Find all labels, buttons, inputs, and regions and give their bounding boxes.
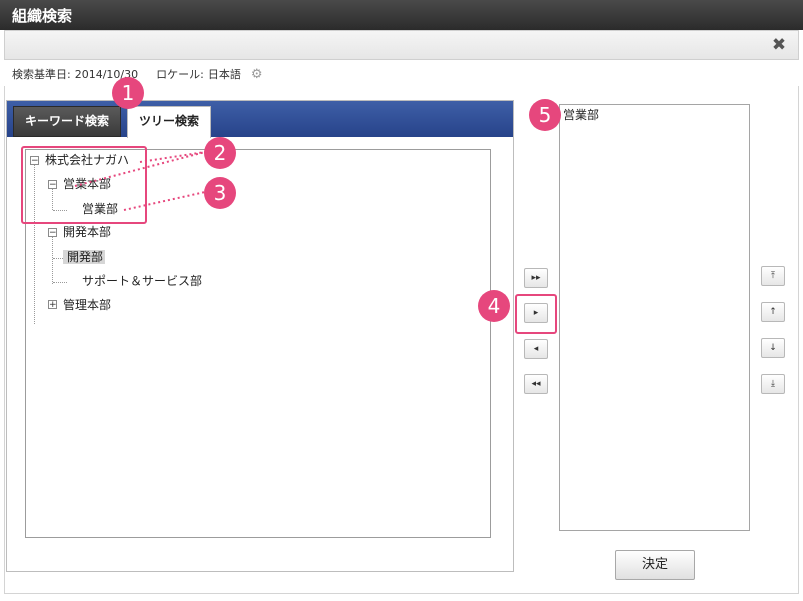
close-icon[interactable]: ✖ [768, 35, 790, 55]
move-down-button[interactable]: ↓ [761, 338, 785, 358]
tree-node-dev-dept[interactable]: 開発部 [63, 247, 106, 267]
tree-node-support-dept[interactable]: サポート＆サービス部 [80, 271, 204, 291]
move-bottom-button[interactable]: ⤓ [761, 374, 785, 394]
move-top-button[interactable]: ⤒ [761, 266, 785, 286]
settings-gear-icon[interactable]: ⚙ [251, 67, 263, 82]
dialog-toolbar: ✖ [4, 30, 799, 60]
collapse-toggle-icon[interactable]: − [48, 228, 57, 238]
tree-connector [52, 236, 53, 284]
tree-node-admin-hq[interactable]: 管理本部 [61, 295, 113, 315]
tree-node-label: 管理本部 [63, 298, 112, 312]
expand-toggle-icon[interactable]: + [48, 300, 57, 310]
date-label: 検索基準日: [12, 68, 71, 81]
tab-strip: キーワード検索 ツリー検索 [7, 101, 513, 138]
tab-tree-search[interactable]: ツリー検索 [127, 106, 211, 138]
remove-all-button[interactable]: ◂◂ [524, 374, 548, 394]
remove-button[interactable]: ◂ [524, 339, 548, 359]
callout-badge-3: 3 [204, 177, 236, 209]
locale-label: ロケール: [156, 68, 204, 81]
tree-node-label-selected: 開発部 [63, 250, 106, 264]
tab-keyword-search[interactable]: キーワード検索 [13, 106, 121, 137]
locale-value: 日本語 [207, 68, 241, 81]
callout-badge-5: 5 [529, 99, 561, 131]
move-up-button[interactable]: ↑ [761, 302, 785, 322]
dialog-title: 組織検索 [12, 7, 73, 25]
tree-node-label: 開発本部 [63, 225, 112, 239]
callout-badge-2: 2 [204, 137, 236, 169]
annotation-highlight-add-button [515, 294, 557, 334]
selected-list-item[interactable]: 営業部 [563, 107, 599, 123]
annotation-highlight-tree [21, 146, 147, 224]
add-all-button[interactable]: ▸▸ [524, 268, 548, 288]
dialog-title-bar: 組織検索 [0, 0, 803, 30]
callout-badge-1: 1 [112, 77, 144, 109]
tree-node-label: サポート＆サービス部 [82, 274, 203, 288]
decide-button[interactable]: 決定 [615, 550, 695, 580]
tree-connector [53, 282, 67, 283]
callout-badge-4: 4 [478, 290, 510, 322]
tree-node-dev-hq[interactable]: 開発本部 [61, 222, 113, 242]
selected-org-list[interactable]: 営業部 [559, 104, 750, 531]
